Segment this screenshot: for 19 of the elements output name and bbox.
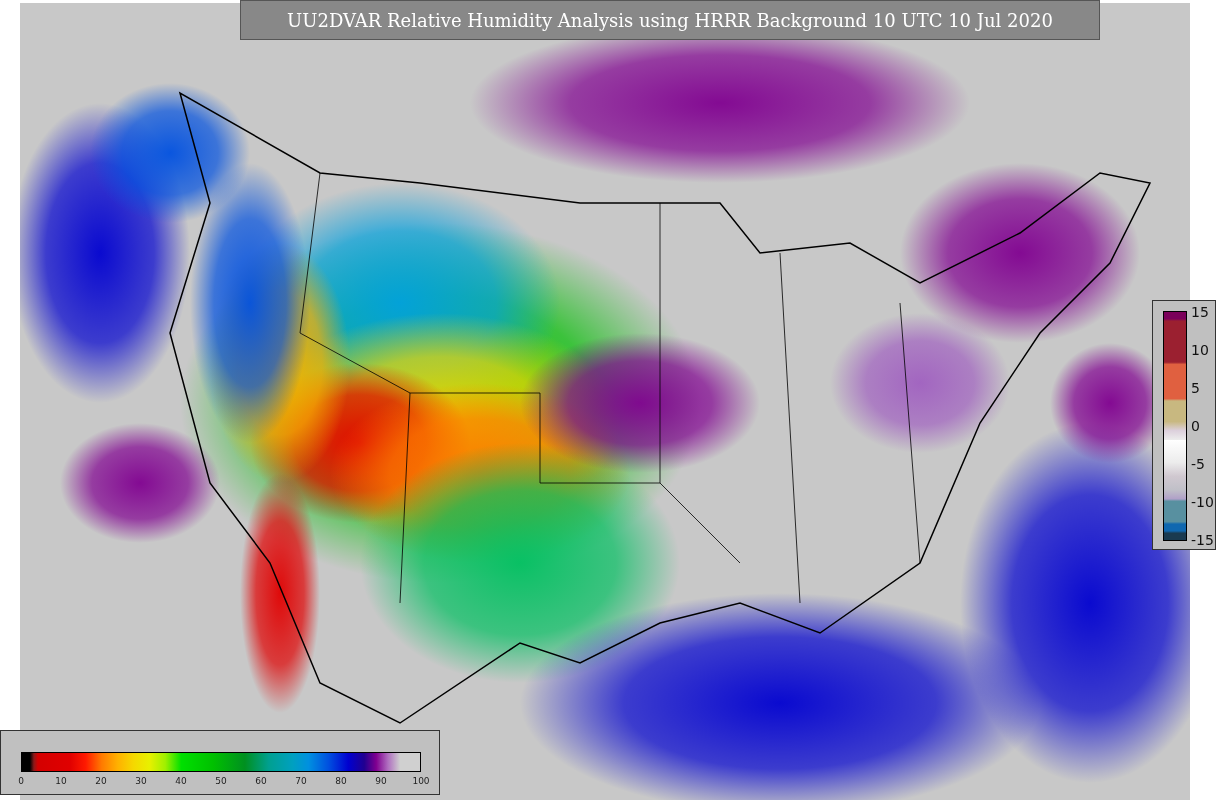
colorbar-tick-label: -5 [1191, 456, 1205, 472]
colorbar-tick-label: 90 [375, 776, 387, 786]
colorbar-tick-label: 70 [295, 776, 307, 786]
colorbar-tick-label: 15 [1191, 304, 1209, 320]
colorbar-tick-label: 20 [95, 776, 107, 786]
colorbar-tick-label: 0 [1191, 418, 1200, 434]
colorbar-tick-label: 5 [1191, 380, 1200, 396]
colorbar-tick-label: -10 [1191, 494, 1214, 510]
colorbar-tick-label: 100 [412, 776, 430, 786]
colorbar-tick-label: 30 [135, 776, 147, 786]
colorbar-tick-label: 60 [255, 776, 267, 786]
colorbar-tick-label: 10 [1191, 342, 1209, 358]
colorbar-tick-label: 80 [335, 776, 347, 786]
colorbar-tick-label: 10 [55, 776, 67, 786]
map-title: UU2DVAR Relative Humidity Analysis using HRRR Background 10 UTC 10 Jul 2020 [240, 0, 1100, 40]
colorbar-tick-label: -15 [1191, 532, 1214, 548]
colorbar-tick-label: 40 [175, 776, 187, 786]
colorbar-tick-label: 50 [215, 776, 227, 786]
colorbar-tick-label: 0 [18, 776, 24, 786]
